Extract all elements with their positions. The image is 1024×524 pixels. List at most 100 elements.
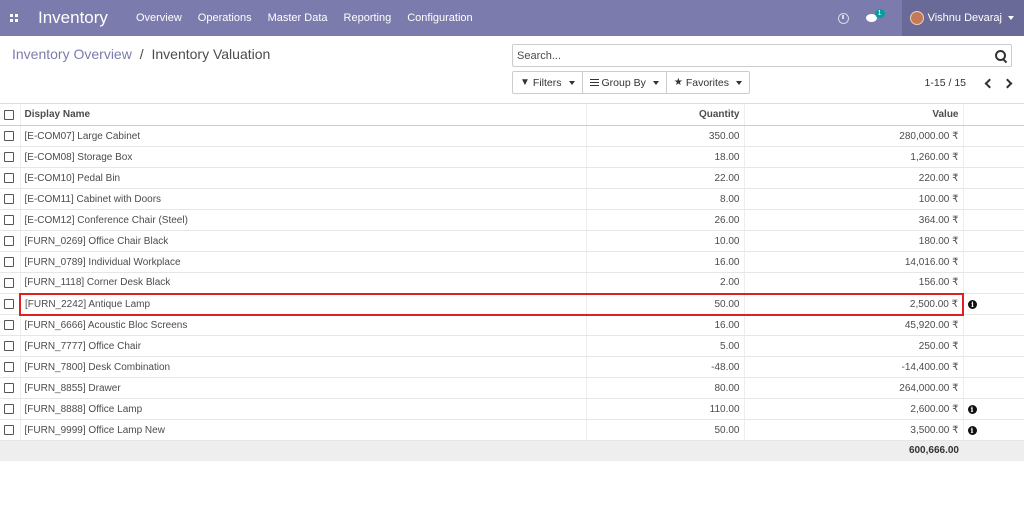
row-checkbox[interactable] — [4, 278, 14, 288]
table-row[interactable]: [FURN_8855] Drawer 80.00 264,000.00 ₹ — [0, 377, 1024, 399]
search-input[interactable] — [517, 49, 993, 62]
header-value[interactable]: Value — [743, 103, 963, 126]
product-name[interactable]: [FURN_9999] Office Lamp New — [19, 419, 586, 441]
select-all-checkbox[interactable] — [4, 109, 14, 120]
row-checkbox[interactable] — [4, 404, 14, 414]
product-value: 250.00 ₹ — [743, 335, 963, 357]
product-name[interactable]: [FURN_1118] Corner Desk Black — [19, 272, 586, 294]
table-header-row: Display Name Quantity Value — [0, 103, 1024, 126]
activity-clock-icon[interactable] — [837, 12, 849, 24]
row-select-cell — [0, 335, 20, 357]
breadcrumb-inventory-overview[interactable]: Inventory Overview — [12, 46, 132, 62]
table-row[interactable]: [E-COM12] Conference Chair (Steel) 26.00 3… — [0, 209, 1024, 231]
menu-reporting[interactable]: Reporting — [344, 12, 392, 24]
product-name[interactable]: [FURN_7777] Office Chair — [19, 335, 586, 357]
product-name[interactable]: [E-COM07] Large Cabinet — [19, 125, 586, 147]
row-checkbox[interactable] — [4, 173, 14, 183]
pager-value[interactable]: 1-15 / 15 — [925, 77, 966, 89]
row-checkbox[interactable] — [4, 131, 14, 141]
table-row[interactable]: [FURN_6666] Acoustic Bloc Screens 16.00 45… — [0, 314, 1024, 336]
row-select-cell — [0, 251, 20, 273]
footer-empty — [20, 440, 586, 461]
row-info-cell — [962, 188, 1024, 210]
filters-button[interactable]: ▼ Filters — [513, 72, 583, 93]
product-quantity: 18.00 — [585, 146, 744, 168]
app-title[interactable]: Inventory — [38, 8, 108, 28]
row-checkbox[interactable] — [4, 215, 14, 225]
row-checkbox[interactable] — [4, 257, 14, 267]
table-footer-row: 600,666.00 — [0, 440, 1024, 461]
product-name[interactable]: [FURN_7800] Desk Combination — [19, 356, 586, 378]
table-row[interactable]: [FURN_0789] Individual Workplace 16.00 14,… — [0, 251, 1024, 273]
row-info-cell — [962, 356, 1024, 378]
caret-down-icon — [652, 80, 659, 85]
product-quantity: 5.00 — [585, 335, 744, 357]
menu-configuration[interactable]: Configuration — [407, 12, 472, 24]
total-value: 600,666.00 — [743, 440, 963, 461]
table-row[interactable]: [E-COM08] Storage Box 18.00 1,260.00 ₹ — [0, 146, 1024, 168]
group-by-label: Group By — [601, 76, 646, 89]
row-checkbox[interactable] — [4, 383, 14, 393]
product-quantity: 50.00 — [585, 419, 744, 441]
info-icon[interactable]: i — [967, 404, 977, 414]
row-checkbox[interactable] — [4, 299, 14, 309]
chat-icon[interactable]: 1 — [865, 8, 885, 24]
row-checkbox[interactable] — [4, 194, 14, 204]
table-row[interactable]: [FURN_8888] Office Lamp 110.00 2,600.00 ₹ i — [0, 398, 1024, 420]
product-name[interactable]: [E-COM11] Cabinet with Doors — [19, 188, 586, 210]
table-row[interactable]: [FURN_1118] Corner Desk Black 2.00 156.00 … — [0, 272, 1024, 294]
row-checkbox[interactable] — [4, 236, 14, 246]
breadcrumb: Inventory Overview / Inventory Valuation — [12, 46, 270, 62]
product-name[interactable]: [E-COM08] Storage Box — [19, 146, 586, 168]
row-checkbox[interactable] — [4, 341, 14, 351]
row-checkbox[interactable] — [4, 425, 14, 435]
menu-operations[interactable]: Operations — [198, 12, 252, 24]
product-name[interactable]: [FURN_2242] Antique Lamp — [19, 292, 586, 316]
table-row[interactable]: [FURN_0269] Office Chair Black 10.00 180.0… — [0, 230, 1024, 252]
pager: 1-15 / 15 — [925, 76, 1014, 90]
row-checkbox[interactable] — [4, 362, 14, 372]
row-info-cell — [962, 146, 1024, 168]
table-row[interactable]: [FURN_9999] Office Lamp New 50.00 3,500.00… — [0, 419, 1024, 441]
pager-previous-icon[interactable] — [982, 76, 996, 90]
pager-next-icon[interactable] — [1000, 76, 1014, 90]
table-row[interactable]: [FURN_7777] Office Chair 5.00 250.00 ₹ — [0, 335, 1024, 357]
product-value: 2,600.00 ₹ — [743, 398, 963, 420]
product-value: 280,000.00 ₹ — [743, 125, 963, 147]
product-name[interactable]: [FURN_0269] Office Chair Black — [19, 230, 586, 252]
row-checkbox[interactable] — [4, 152, 14, 162]
product-name[interactable]: [FURN_6666] Acoustic Bloc Screens — [19, 314, 586, 336]
footer-empty — [586, 440, 744, 461]
table-row[interactable]: [E-COM10] Pedal Bin 22.00 220.00 ₹ — [0, 167, 1024, 189]
product-name[interactable]: [FURN_8888] Office Lamp — [19, 398, 586, 420]
product-quantity: -48.00 — [585, 356, 744, 378]
product-name[interactable]: [FURN_0789] Individual Workplace — [19, 251, 586, 273]
menu-master-data[interactable]: Master Data — [268, 12, 328, 24]
header-display-name[interactable]: Display Name — [19, 103, 586, 126]
info-icon[interactable]: i — [967, 425, 977, 435]
search-box — [512, 44, 1012, 67]
product-value: 180.00 ₹ — [743, 230, 963, 252]
select-all-cell — [0, 103, 20, 126]
row-select-cell — [0, 293, 20, 315]
product-quantity: 26.00 — [585, 209, 744, 231]
product-quantity: 16.00 — [585, 314, 744, 336]
table-row[interactable]: [E-COM11] Cabinet with Doors 8.00 100.00 ₹ — [0, 188, 1024, 210]
menu-overview[interactable]: Overview — [136, 12, 182, 24]
table-row[interactable]: [FURN_2242] Antique Lamp 50.00 2,500.00 ₹ i — [0, 292, 1024, 316]
search-icon[interactable] — [993, 48, 1009, 64]
product-value: 2,500.00 ₹ — [743, 292, 964, 316]
row-checkbox[interactable] — [4, 320, 14, 330]
group-by-button[interactable]: Group By — [583, 72, 667, 93]
favorites-button[interactable]: ★ Favorites — [667, 72, 749, 93]
apps-menu-icon[interactable] — [0, 0, 28, 36]
product-name[interactable]: [E-COM10] Pedal Bin — [19, 167, 586, 189]
table-row[interactable]: [FURN_7800] Desk Combination -48.00 -14,40… — [0, 356, 1024, 378]
user-menu[interactable]: Vishnu Devaraj — [901, 0, 1024, 36]
row-info-cell — [962, 230, 1024, 252]
product-name[interactable]: [FURN_8855] Drawer — [19, 377, 586, 399]
info-icon[interactable]: i — [968, 299, 977, 309]
table-row[interactable]: [E-COM07] Large Cabinet 350.00 280,000.00 … — [0, 125, 1024, 147]
product-name[interactable]: [E-COM12] Conference Chair (Steel) — [19, 209, 586, 231]
header-quantity[interactable]: Quantity — [585, 103, 744, 126]
